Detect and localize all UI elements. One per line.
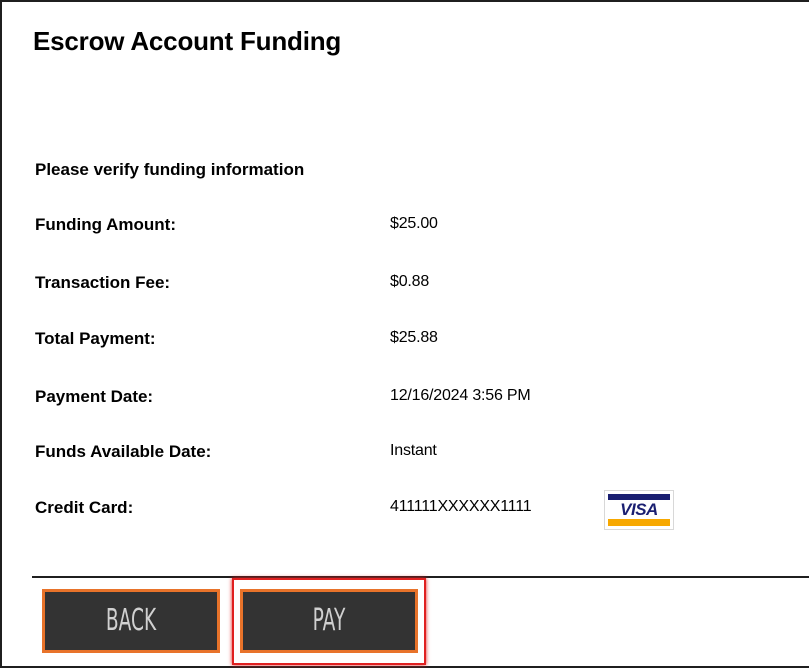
funds-available-value: Instant — [390, 442, 437, 459]
pay-button[interactable]: PAY — [240, 589, 418, 653]
payment-date-value: 12/16/2024 3:56 PM — [390, 387, 531, 404]
back-button-label: BACK — [105, 603, 157, 638]
total-payment-row: Total Payment: $25.88 — [35, 329, 775, 353]
visa-bottom-band — [608, 519, 670, 526]
back-button[interactable]: BACK — [42, 589, 220, 653]
total-payment-value: $25.88 — [390, 329, 438, 346]
pay-button-label: PAY — [312, 603, 346, 638]
escrow-funding-panel: Escrow Account Funding Please verify fun… — [0, 0, 809, 668]
visa-wordmark: VISA — [620, 500, 658, 519]
funding-amount-row: Funding Amount: $25.00 — [35, 215, 775, 239]
credit-card-row: Credit Card: 411111XXXXXX1111 VISA — [35, 490, 775, 530]
funding-amount-label: Funding Amount: — [35, 215, 176, 234]
transaction-fee-value: $0.88 — [390, 273, 430, 290]
funding-amount-value: $25.00 — [390, 215, 438, 232]
credit-card-label: Credit Card: — [35, 498, 134, 517]
transaction-fee-label: Transaction Fee: — [35, 273, 171, 292]
verify-prompt: Please verify funding information — [35, 160, 305, 179]
credit-card-value: 411111XXXXXX1111 — [390, 498, 532, 515]
payment-date-row: Payment Date: 12/16/2024 3:56 PM — [35, 387, 775, 411]
total-payment-label: Total Payment: — [35, 329, 156, 348]
page-title: Escrow Account Funding — [33, 26, 342, 56]
funds-available-row: Funds Available Date: Instant — [35, 442, 775, 466]
transaction-fee-row: Transaction Fee: $0.88 — [35, 273, 775, 297]
funds-available-label: Funds Available Date: — [35, 442, 212, 461]
payment-date-label: Payment Date: — [35, 387, 154, 406]
visa-card-icon: VISA — [604, 490, 674, 530]
